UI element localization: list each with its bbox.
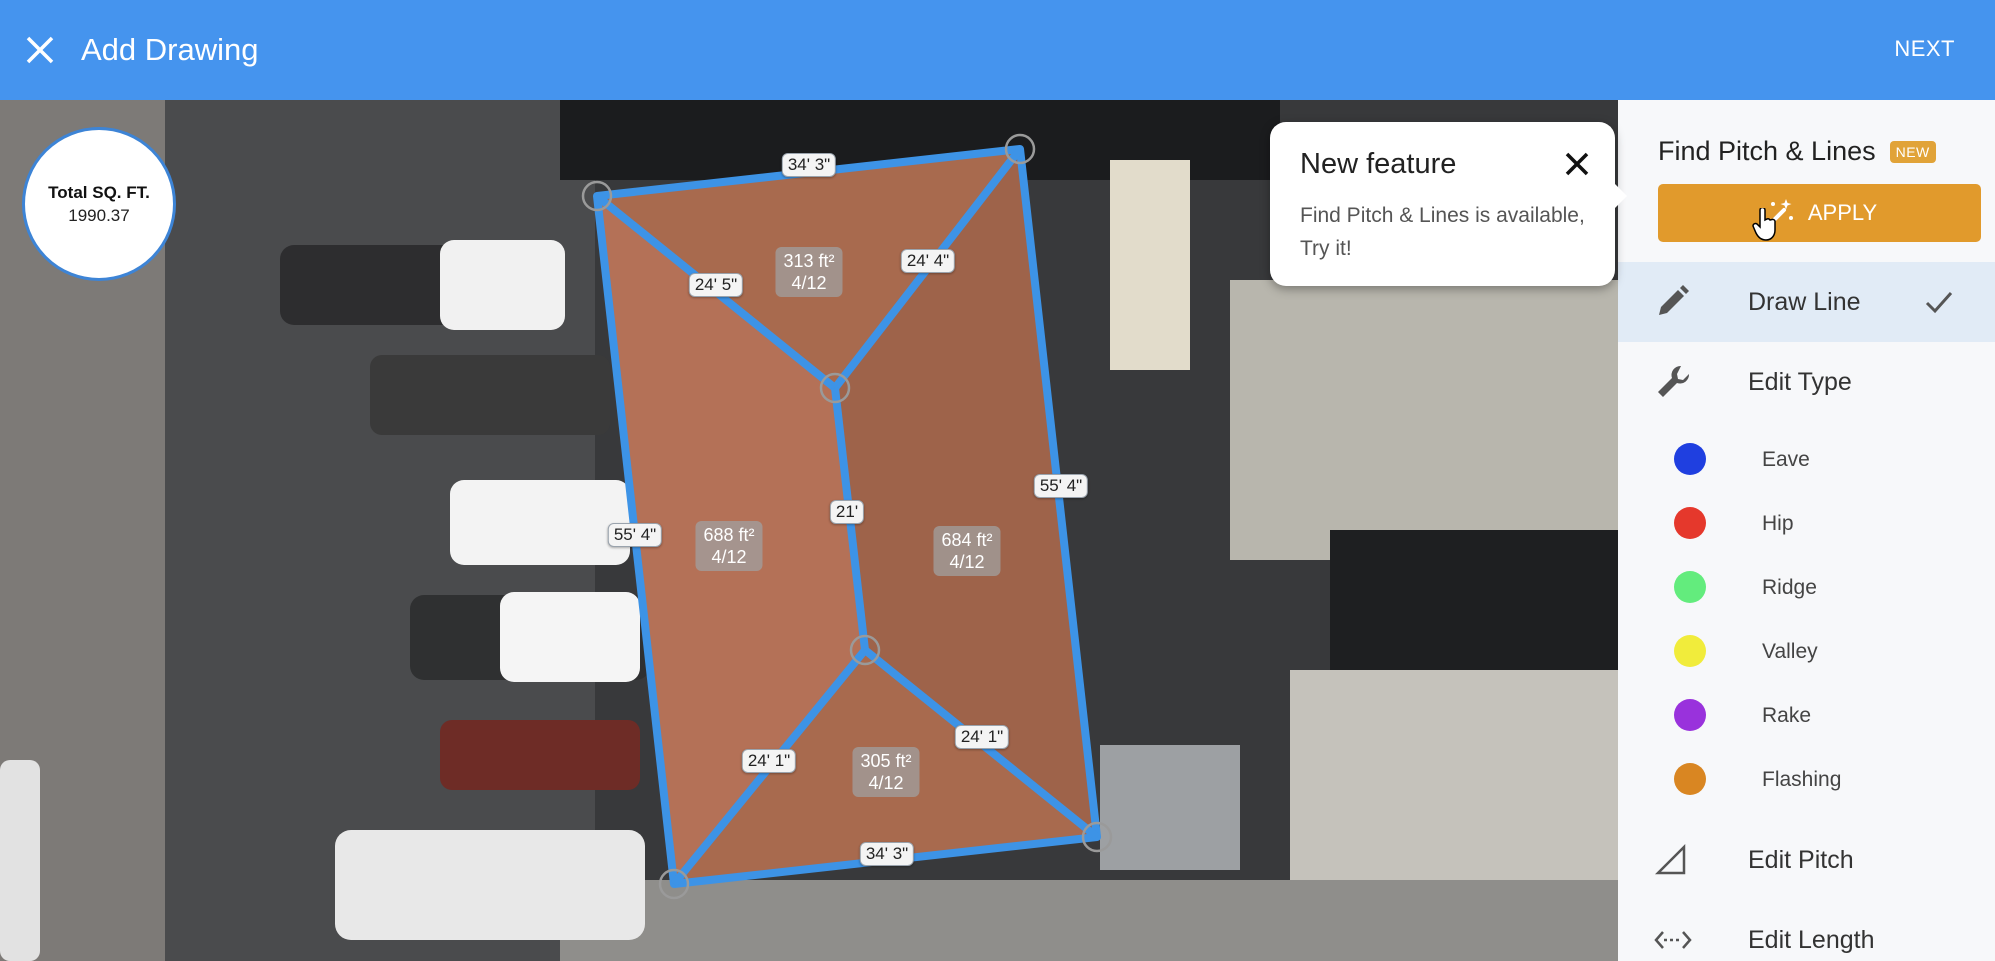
line-type-label: Rake [1762, 704, 1812, 727]
edge-length-label[interactable]: 21' [829, 500, 865, 524]
line-type-hip[interactable]: Hip [1618, 498, 1995, 548]
parked-truck [1110, 160, 1190, 370]
edge-length-label[interactable]: 34' 3" [859, 842, 915, 866]
neighbor-roof [1230, 280, 1618, 560]
edge-length-label[interactable]: 24' 1" [741, 749, 797, 773]
app-header: Add Drawing NEXT [0, 0, 1995, 100]
tool-label: Edit Type [1748, 367, 1852, 396]
facet-area-label: 313 ft² 4/12 [775, 247, 843, 297]
color-swatch [1674, 763, 1706, 795]
popover-title: New feature [1300, 148, 1457, 180]
close-icon[interactable] [20, 30, 60, 70]
apply-button[interactable]: APPLY [1658, 184, 1981, 242]
checkmark-icon [1925, 292, 1953, 314]
hand-cursor-icon [1752, 208, 1776, 241]
facet-area-label: 688 ft² 4/12 [695, 521, 763, 571]
tool-edit-type[interactable]: Edit Type [1618, 342, 1995, 422]
edge-length-label[interactable]: 55' 4" [607, 523, 663, 547]
edge-length-label[interactable]: 24' 5" [688, 273, 744, 297]
edge-length-label[interactable]: 55' 4" [1033, 474, 1089, 498]
edge-length-label[interactable]: 24' 4" [900, 249, 956, 273]
tool-draw-line[interactable]: Draw Line [1618, 262, 1995, 342]
color-swatch [1674, 443, 1706, 475]
line-type-label: Ridge [1762, 576, 1817, 599]
tool-edit-pitch[interactable]: Edit Pitch [1618, 820, 1995, 900]
line-type-label: Hip [1762, 512, 1794, 535]
new-feature-popover: New feature Find Pitch & Lines is availa… [1270, 122, 1627, 286]
new-badge: NEW [1889, 140, 1936, 163]
tool-label: Edit Length [1748, 925, 1875, 954]
facet-area-label: 305 ft² 4/12 [852, 747, 920, 797]
close-icon[interactable] [1561, 148, 1593, 180]
edge-length-label[interactable]: 34' 3" [781, 153, 837, 177]
panel-title: Find Pitch & Lines [1658, 136, 1876, 166]
edge-length-label[interactable]: 24' 1" [954, 725, 1010, 749]
line-type-label: Eave [1762, 448, 1810, 471]
pencil-icon [1659, 285, 1689, 315]
tool-label: Draw Line [1748, 287, 1861, 316]
line-type-eave[interactable]: Eave [1618, 434, 1995, 484]
total-sqft-label: Total SQ. FT. [48, 182, 150, 202]
facet-area-label: 684 ft² 4/12 [933, 526, 1001, 576]
tools-panel: Find Pitch & Lines NEW APPLY Draw Line E… [1618, 100, 1995, 961]
wrench-icon [1658, 365, 1690, 397]
line-type-label: Flashing [1762, 768, 1842, 791]
tool-label: Edit Pitch [1748, 845, 1854, 874]
apply-label: APPLY [1807, 200, 1878, 225]
line-type-flashing[interactable]: Flashing [1618, 754, 1995, 804]
line-type-ridge[interactable]: Ridge [1618, 562, 1995, 612]
color-swatch [1674, 635, 1706, 667]
line-type-valley[interactable]: Valley [1618, 626, 1995, 676]
line-type-label: Valley [1762, 640, 1818, 663]
color-swatch [1674, 571, 1706, 603]
total-sqft-value: 1990.37 [68, 205, 130, 225]
tool-edit-length[interactable]: Edit Length [1618, 900, 1995, 961]
popover-body: Find Pitch & Lines is available, Try it! [1300, 204, 1585, 260]
color-swatch [1674, 699, 1706, 731]
color-swatch [1674, 507, 1706, 539]
panel-header: Find Pitch & Lines NEW [1658, 136, 1936, 167]
next-button[interactable]: NEXT [1894, 36, 1955, 62]
triangle-pitch-icon [1654, 843, 1686, 875]
line-type-rake[interactable]: Rake [1618, 690, 1995, 740]
total-sqft-badge: Total SQ. FT. 1990.37 [22, 127, 176, 281]
length-arrows-icon [1654, 931, 1692, 949]
page-title: Add Drawing [81, 32, 259, 67]
